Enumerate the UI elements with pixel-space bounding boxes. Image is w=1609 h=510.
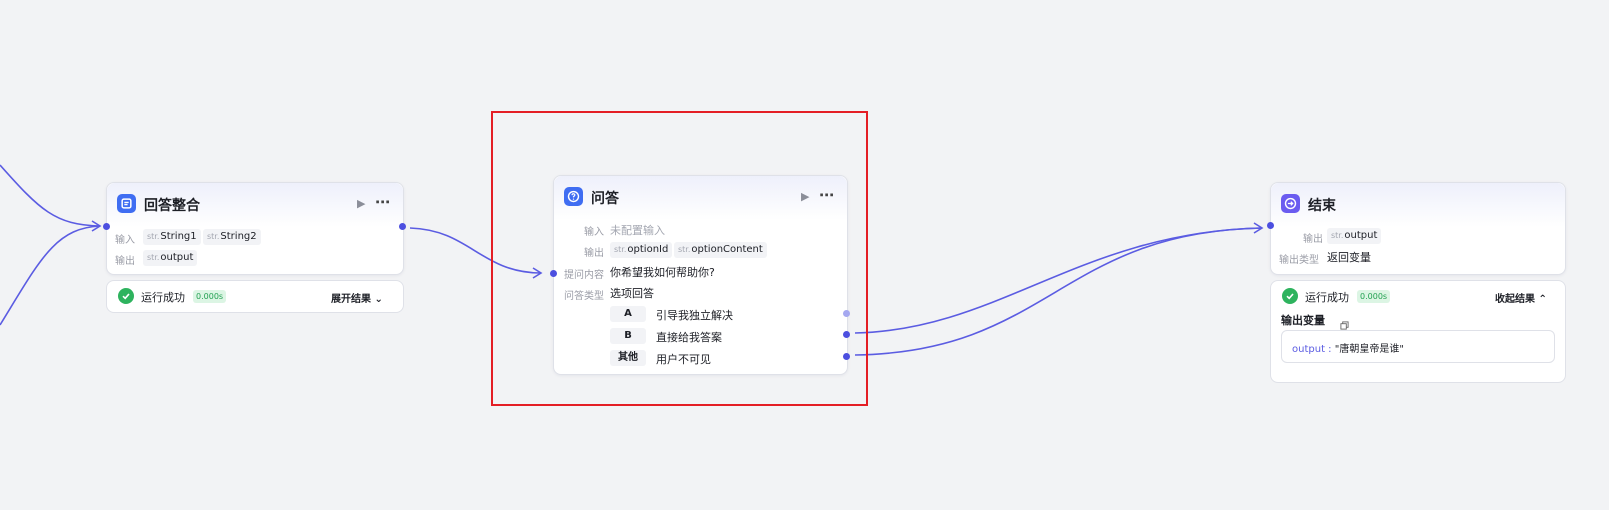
output-label: 输出 [1303,234,1323,245]
output-type-value: 返回变量 [1327,251,1371,264]
end-node[interactable]: 结束 输出 str.output 输出类型 返回变量 [1267,182,1566,275]
output-chip: str.output [143,250,198,266]
output-variable-row: output : "唐朝皇帝是谁" [1292,344,1404,355]
more-options-button[interactable]: ⋯ [375,193,391,211]
selection-highlight [491,111,868,406]
input-chip: str.String1 [143,229,201,245]
run-status-text: 运行成功 [141,291,185,304]
end-icon [1281,194,1300,213]
input-port[interactable] [1267,222,1274,229]
output-label: 输出 [115,256,135,267]
success-check-icon [1282,288,1298,304]
input-port[interactable] [103,223,110,230]
output-variable-box: output : "唐朝皇帝是谁" [1281,330,1555,363]
input-label: 输入 [115,235,135,246]
run-node-button[interactable]: ▶ [357,197,365,210]
end-run-result: 运行成功 0.000s 收起结果 ⌃ 输出变量 output : "唐朝皇帝是谁… [1270,280,1566,383]
edge-lower-to-merge [0,225,101,326]
run-time-badge: 0.000s [1357,290,1391,303]
output-type-label: 输出类型 [1279,255,1319,266]
node-title: 回答整合 [144,198,200,214]
input-chip: str.String2 [203,229,261,245]
run-time-badge: 0.000s [193,290,227,303]
success-check-icon [118,288,134,304]
edge-upper-to-merge [0,164,101,227]
arrow-end-in [1253,222,1264,234]
edge-other-to-end [854,227,1263,356]
edge-optionB-to-end [854,227,1263,334]
expand-result-button[interactable]: 展开结果 ⌄ [331,290,383,305]
run-status-text: 运行成功 [1305,291,1349,304]
answer-merge-icon [117,194,136,213]
answer-merge-run-status: 运行成功 0.000s 展开结果 ⌄ [106,280,404,313]
output-chip: str.output [1327,228,1382,244]
arrow-merge-in [91,220,102,232]
output-port[interactable] [399,223,406,230]
result-title: 输出变量 [1281,314,1325,327]
node-title: 结束 [1308,198,1336,214]
copy-icon[interactable] [1340,315,1349,330]
answer-merge-node[interactable]: 回答整合 ▶ ⋯ 输入 str.String1 str.String2 输出 s… [103,182,406,275]
collapse-result-button[interactable]: 收起结果 ⌃ [1495,290,1547,305]
